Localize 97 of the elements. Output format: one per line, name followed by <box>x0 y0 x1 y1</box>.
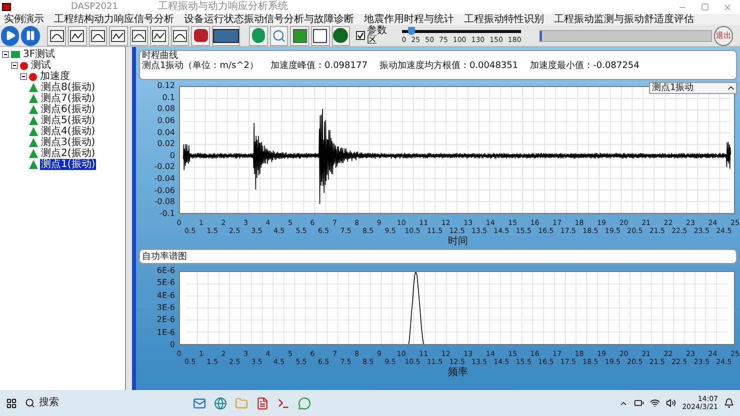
network-icon[interactable] <box>650 398 660 408</box>
globe-tool-button[interactable] <box>332 26 350 46</box>
y-tick-label: 0.04 <box>157 128 175 136</box>
panel-title: 自功率谱图 <box>142 252 187 262</box>
window-subtitle: 工程振动与动力响应分析系统 <box>158 2 288 12</box>
chart-tool-button[interactable] <box>109 26 128 46</box>
scrollbar[interactable] <box>126 47 132 390</box>
y-tick-label: -0.02 <box>154 163 175 172</box>
y-tick-label: -0.04 <box>154 175 175 183</box>
menu-item[interactable]: 工程振动特性识别 <box>464 14 544 25</box>
statistic-text: 振动加速度均方根值：0.0048351 <box>379 61 518 72</box>
search-icon <box>272 28 286 42</box>
play-icon <box>4 30 16 41</box>
axis-title: 频率 <box>448 367 468 378</box>
pause-button[interactable] <box>21 26 40 46</box>
chart-icon <box>50 30 64 42</box>
chart-tool-button[interactable] <box>88 26 108 46</box>
window-title: DASP2021 <box>71 2 118 12</box>
start-icon[interactable] <box>6 398 17 408</box>
pause-icon <box>25 30 36 41</box>
tree-item[interactable]: 测点5(振动) <box>40 115 96 126</box>
tree-item[interactable]: 加速度 <box>39 71 71 82</box>
tree-item[interactable]: 测点3(振动) <box>40 137 96 148</box>
channel-dropdown[interactable]: 测点1振动 <box>649 82 737 94</box>
y-tick-label: -0.06 <box>154 186 175 195</box>
statistic-text: 测点1振动（单位：m/s^2） <box>142 61 258 72</box>
checkbox[interactable] <box>356 31 366 40</box>
chart-tool-button[interactable] <box>68 26 87 46</box>
chart-icon <box>70 30 84 42</box>
browser-icon[interactable] <box>214 396 227 410</box>
battery-icon[interactable] <box>634 398 644 408</box>
y-tick-label: 4E-6 <box>156 292 175 300</box>
chart-tool-button[interactable] <box>170 26 190 46</box>
axis-title: 时间 <box>448 236 468 247</box>
y-tick-label: 0 <box>170 340 175 349</box>
tree-item[interactable]: 测试 <box>30 60 52 71</box>
y-tick-label: 0.06 <box>157 116 175 125</box>
chart-tool-button[interactable] <box>130 26 148 46</box>
terminal-icon[interactable] <box>277 396 290 410</box>
menu-item[interactable]: 地震作用时程与统计 <box>364 14 454 25</box>
app-icon <box>2 3 11 11</box>
chat-icon[interactable] <box>298 396 311 410</box>
tree-item[interactable]: 测点1(振动) <box>40 159 96 170</box>
tree-item[interactable]: 测点4(振动) <box>40 126 96 137</box>
slider-thumb[interactable] <box>408 26 416 34</box>
menu-item[interactable]: 设备运行状态振动信号分析与故障诊断 <box>184 14 354 25</box>
tree-item[interactable]: 测点8(振动) <box>40 82 96 93</box>
y-tick-label: 2E-6 <box>156 316 175 324</box>
tree-item[interactable]: 3F测试 <box>22 49 56 60</box>
document-tool-button[interactable] <box>249 26 268 46</box>
slider-track[interactable] <box>402 30 522 32</box>
collapse-toggle[interactable] <box>20 73 27 80</box>
y-tick-label: 1E-6 <box>156 328 175 337</box>
chart-tool-button[interactable] <box>47 26 66 46</box>
chart-icon <box>173 30 187 42</box>
panel-title: 时程曲线 <box>142 51 178 61</box>
y-tick-label: 0 <box>170 152 175 160</box>
y-tick-label: 3E-6 <box>156 304 175 312</box>
collapse-toggle[interactable] <box>2 51 9 58</box>
tree-item[interactable]: 测点7(振动) <box>40 93 96 104</box>
screen-icon <box>212 28 239 42</box>
chart-icon <box>111 30 126 42</box>
exit-button[interactable]: 退出 <box>714 26 733 46</box>
report-tool-button[interactable] <box>310 26 330 46</box>
y-tick-label: 0.08 <box>157 105 175 114</box>
search-icon <box>25 398 35 408</box>
notification-icon[interactable] <box>724 398 734 408</box>
search-field[interactable]: 搜索 <box>39 398 59 408</box>
close-icon[interactable] <box>723 2 732 12</box>
screen-tool-button[interactable] <box>212 26 240 46</box>
menu-item[interactable]: 工程振动监测与振动舒适度评估 <box>554 14 694 25</box>
menu-item[interactable]: 工程结构动力响应信号分析 <box>54 14 174 25</box>
checkbox-label: 参数区 <box>367 26 388 46</box>
y-tick-label: 5E-6 <box>156 279 175 288</box>
collapse-toggle[interactable] <box>11 62 18 69</box>
chart-tool-button[interactable] <box>150 26 169 46</box>
tree-item[interactable]: 测点6(振动) <box>40 104 96 115</box>
volume-icon[interactable] <box>666 398 676 408</box>
folder-icon <box>11 51 20 58</box>
statistic-text: 加速度最小值：-0.087254 <box>530 61 640 72</box>
statistic-text: 加速度峰值：0.098177 <box>270 61 368 72</box>
tree-item[interactable]: 测点2(振动) <box>40 148 96 159</box>
y-tick-label: -0.08 <box>154 198 175 206</box>
play-button[interactable] <box>1 26 20 46</box>
chart-icon <box>152 30 166 42</box>
picture-tool-button[interactable] <box>191 26 210 46</box>
chart-icon <box>132 30 146 42</box>
menu-item[interactable]: 实例演示 <box>4 14 44 25</box>
mail-icon[interactable] <box>193 396 206 410</box>
y-tick-label: 0.02 <box>157 140 175 148</box>
y-tick-label: -0.1 <box>159 210 175 218</box>
y-tick-label: 6E-6 <box>156 267 175 275</box>
chart-icon <box>90 30 105 42</box>
y-tick-label: 0.1 <box>162 94 175 102</box>
y-tick-label: 0.12 <box>157 82 175 90</box>
save-tool-button[interactable] <box>290 26 309 46</box>
search-tool-button[interactable] <box>270 26 288 46</box>
